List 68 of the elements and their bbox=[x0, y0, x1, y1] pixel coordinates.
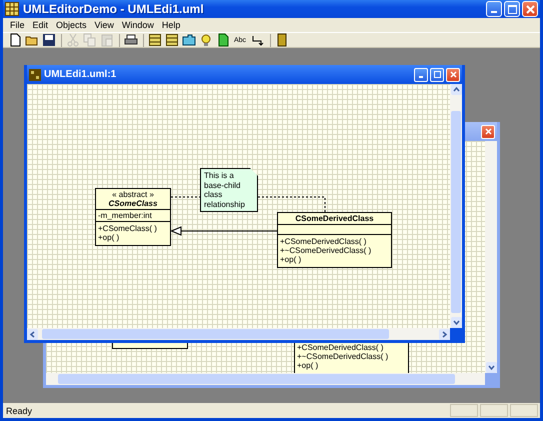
status-pane bbox=[480, 404, 508, 417]
close-button[interactable] bbox=[522, 1, 538, 17]
stereotype-text: « abstract » bbox=[112, 190, 154, 199]
class-name: CSomeDerivedClass bbox=[295, 214, 374, 223]
attribute-text: -m_member:int bbox=[98, 211, 153, 220]
maximize-icon bbox=[508, 4, 516, 14]
status-pane bbox=[510, 404, 538, 417]
book-icon bbox=[274, 33, 288, 47]
grid-icon bbox=[5, 2, 19, 16]
connector-icon bbox=[250, 33, 264, 47]
folder-tab-icon bbox=[182, 33, 196, 47]
grid-icon bbox=[164, 33, 178, 47]
class-name: CSomeClass bbox=[108, 199, 158, 208]
menu-item[interactable]: Window bbox=[118, 20, 158, 30]
pages-icon bbox=[82, 33, 96, 47]
menu-item[interactable]: View bbox=[90, 20, 118, 30]
app-title: UMLEditorDemo - UMLEdi1.uml bbox=[23, 2, 205, 16]
note-text: This is a base-child class relationship bbox=[204, 171, 246, 209]
package-tool-button[interactable] bbox=[181, 32, 196, 48]
operation-text: +op( ) bbox=[297, 361, 320, 370]
minimize-button[interactable] bbox=[414, 68, 428, 82]
save-tool-button[interactable] bbox=[41, 32, 56, 48]
class-tool-button[interactable] bbox=[147, 32, 162, 48]
lightbulb-icon bbox=[198, 33, 212, 47]
operation-text: +op( ) bbox=[98, 233, 120, 242]
close-icon bbox=[484, 128, 492, 135]
operation-text: +~CSomeDerivedClass( ) bbox=[297, 352, 390, 361]
operation-text: +CSomeClass( ) bbox=[98, 224, 158, 233]
maximize-icon bbox=[434, 71, 440, 78]
status-text: Ready bbox=[6, 406, 34, 416]
scroll-down-icon bbox=[450, 317, 462, 328]
operation-text: +~CSomeDerivedClass( ) bbox=[280, 246, 372, 255]
operation-text: +op( ) bbox=[280, 255, 302, 264]
menu-item[interactable]: Help bbox=[158, 20, 184, 30]
operation-text: +CSomeDerivedClass( ) bbox=[297, 343, 384, 352]
scroll-down-icon bbox=[486, 362, 496, 373]
menu-item[interactable]: Edit bbox=[28, 20, 52, 30]
maximize-button[interactable] bbox=[430, 68, 444, 82]
class-box[interactable]: « abstract » CSomeClass -m_member:int +CSomeClass( ) +op( ) bbox=[95, 188, 171, 246]
window-title: UMLEdi1.uml:1 bbox=[44, 69, 118, 80]
close-button[interactable] bbox=[446, 68, 460, 82]
class-box[interactable]: CSomeDerivedClass +CSomeDerivedClass( ) +~CSomeDerivedClass( ) +op( ) bbox=[277, 212, 392, 268]
vertical-scrollbar[interactable] bbox=[450, 84, 462, 328]
scroll-left-icon bbox=[27, 328, 38, 340]
status-pane bbox=[450, 404, 478, 417]
close-icon bbox=[450, 71, 456, 78]
close-button[interactable] bbox=[481, 124, 495, 138]
scissors-icon bbox=[66, 33, 80, 47]
scroll-up-icon bbox=[450, 84, 462, 95]
class-box[interactable]: +CSomeDerivedClass( ) +~CSomeDerivedClass( ) +op( ) bbox=[294, 343, 409, 373]
vertical-scrollbar[interactable] bbox=[485, 141, 497, 373]
print-tool-button[interactable] bbox=[123, 32, 138, 48]
class-box[interactable] bbox=[112, 343, 188, 349]
minimize-icon bbox=[491, 11, 497, 13]
horizontal-scrollbar[interactable] bbox=[27, 328, 450, 340]
horizontal-scrollbar[interactable] bbox=[46, 373, 485, 385]
clipboard-icon bbox=[100, 33, 114, 47]
interface-tool-button[interactable] bbox=[164, 32, 179, 48]
minimize-button[interactable] bbox=[486, 1, 502, 17]
operation-text: +CSomeDerivedClass( ) bbox=[280, 237, 368, 246]
menu-item[interactable]: Objects bbox=[52, 20, 91, 30]
document-icon bbox=[29, 68, 41, 80]
note-box[interactable]: This is a base-child class relationship bbox=[200, 168, 258, 212]
menu-item[interactable]: File bbox=[6, 20, 29, 30]
close-icon bbox=[526, 4, 534, 14]
grid-icon bbox=[148, 33, 162, 47]
scroll-right-icon bbox=[439, 328, 450, 340]
maximize-button[interactable] bbox=[504, 1, 520, 17]
